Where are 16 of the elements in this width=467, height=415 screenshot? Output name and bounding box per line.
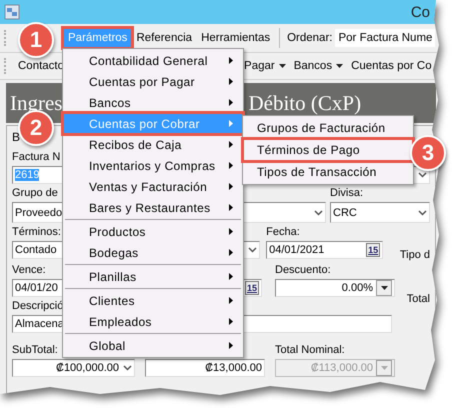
tab-label: B	[12, 130, 20, 146]
field-label: Vence:	[12, 263, 46, 277]
field-label: Divisa:	[330, 186, 364, 200]
field-label: Tipo d	[400, 249, 430, 261]
field-label: Fecha:	[266, 225, 300, 239]
field-label: Descripció	[12, 299, 64, 313]
sort-label: Ordenar:	[286, 32, 334, 44]
field-label: Factura N	[12, 150, 60, 164]
form-title: Débito (CxP)	[247, 90, 362, 116]
field-label: Grupo de	[12, 186, 58, 200]
field-label: Términos:	[12, 225, 61, 239]
field-label: Total Nominal:	[275, 343, 345, 357]
field-label: Descuento:	[275, 263, 331, 277]
window-title: Co	[410, 4, 431, 20]
field-label: Total	[406, 293, 430, 305]
field-label: SubTotal:	[12, 343, 58, 357]
